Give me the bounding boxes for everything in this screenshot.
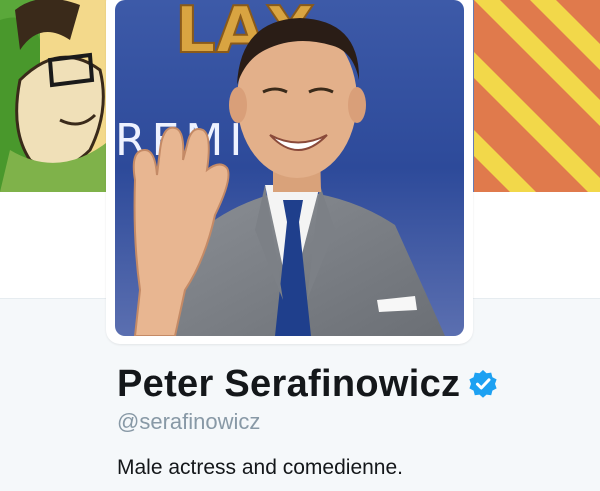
avatar-photo: LAX REMI E [115, 0, 464, 336]
profile-name[interactable]: Peter Serafinowicz [117, 362, 460, 406]
profile-avatar[interactable]: LAX REMI E [106, 0, 473, 344]
profile-screen-name[interactable]: @serafinowicz [117, 409, 260, 435]
verified-badge-icon[interactable] [468, 369, 498, 399]
profile-bio: Male actress and comedienne. [117, 456, 403, 479]
profile-name-row: Peter Serafinowicz [117, 362, 498, 406]
